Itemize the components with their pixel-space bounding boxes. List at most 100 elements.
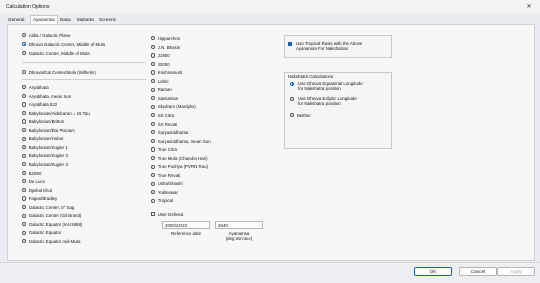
ayanamsa-radio[interactable]: [22, 93, 27, 98]
apply-button[interactable]: Apply: [497, 267, 535, 276]
user-defined-checkbox[interactable]: [151, 212, 156, 217]
ayanamsa-option-galactic-center-middle-of-mula[interactable]: Galactic Center, Middle of Mula: [22, 50, 90, 57]
ayanamsa-option-tropical[interactable]: Tropical: [151, 197, 173, 204]
ayanamsa-option-djwhal-khul[interactable]: Djwhal Khul: [22, 187, 52, 194]
nakshatra-ecliptic-radio[interactable]: [290, 96, 295, 101]
ayanamsa-radio[interactable]: [22, 42, 27, 47]
ayanamsa-radio[interactable]: [151, 61, 156, 67]
ayanamsa-option-krishnamurti[interactable]: Krishnamurti: [151, 69, 182, 76]
ayanamsa-option-suryasiddhanta-mean-sun[interactable]: Suryasiddhanta, mean Sun: [151, 138, 211, 145]
ayanamsa-option-babylonian-kugler-3[interactable]: Babylonian/Kugler 3: [22, 161, 68, 168]
ayanamsa-radio[interactable]: [22, 145, 27, 150]
nakshatra-equatorial-radio[interactable]: [290, 81, 295, 86]
ayanamsa-radio[interactable]: [22, 128, 27, 133]
ayanamsa-option-ss-citra[interactable]: SS Citra: [151, 112, 174, 119]
ayanamsa-radio[interactable]: [151, 147, 156, 152]
ayanamsa-option-lahiri[interactable]: Lahiri: [151, 78, 168, 85]
ayanamsa-option-yukteswar[interactable]: Yukteswar: [151, 189, 178, 196]
ayanamsa-radio[interactable]: [151, 87, 156, 92]
ayanamsa-option-fagan-bradley[interactable]: Fagan/Bradley: [22, 195, 57, 202]
tab-dasa[interactable]: Dasa: [60, 16, 71, 24]
ayanamsa-radio[interactable]: [22, 162, 27, 167]
ayanamsa-option-aryabhata[interactable]: Aryabhata: [22, 84, 49, 91]
ayanamsa-option-galactic-equator-mid-mula[interactable]: Galactic Equator mid-Mula: [22, 238, 80, 245]
ayanamsa-option-true-revati[interactable]: True Revati: [151, 172, 180, 179]
ayanamsa-option-usha-shashi[interactable]: Usha/Shashi: [151, 180, 183, 187]
ayanamsa-radio[interactable]: [151, 79, 156, 84]
tropical-rasis-option[interactable]: Use Tropical Rasis with the Above Ayanam…: [288, 41, 362, 53]
ayanamsa-option-dhruva-galactic-center-middle-of-mula[interactable]: Dhruva Galactic Center, Middle of Mula: [22, 41, 105, 48]
ayanamsa-option-aryabhata-mean-sun[interactable]: Aryabhata, mean Sun: [22, 93, 71, 100]
ayanamsa-option-j1900[interactable]: J1900: [151, 52, 170, 59]
ayanamsa-radio[interactable]: [22, 204, 27, 210]
ayanamsa-radio[interactable]: [151, 181, 156, 186]
tab-general[interactable]: General: [8, 16, 24, 24]
ayanamsa-radio[interactable]: [151, 96, 156, 101]
tab-ayanamsa[interactable]: Ayanamsa: [30, 15, 58, 24]
nakshatra-option-equatorial[interactable]: Use Dhruva Equatorial Longitude for Naks…: [290, 81, 363, 93]
ayanamsa-radio[interactable]: [151, 113, 156, 118]
ayanamsa-radio[interactable]: [22, 85, 27, 90]
ayanamsa-radio[interactable]: [151, 36, 156, 41]
ayanamsa-radio[interactable]: [22, 33, 27, 38]
ayanamsa-radio[interactable]: [22, 213, 27, 218]
ayanamsa-option-true-mula-chandra-hari[interactable]: True Mula (Chandra Hari): [151, 155, 208, 162]
ayanamsa-radio[interactable]: [151, 138, 156, 144]
ayanamsa-option-galactic-equator[interactable]: Galactic Equator: [22, 229, 61, 236]
ayanamsa-option-j2000[interactable]: J2000: [151, 61, 170, 68]
nakshatra-option-ecliptic[interactable]: Use Dhruva Ecliptic Longitude for Naksha…: [290, 96, 357, 108]
ayanamsa-radio[interactable]: [22, 51, 27, 56]
ok-button[interactable]: OK: [414, 267, 452, 276]
ayanamsa-option-dhruva-gal-center-mula-wilhelm[interactable]: Dhruva/Gal Center/Mula (Wilhelm): [22, 69, 96, 76]
ayanamsa-option-babylonian-eta-piscium[interactable]: Babylonian/Eta Piscium: [22, 127, 75, 134]
ayanamsa-radio[interactable]: [22, 239, 27, 244]
ayanamsa-radio[interactable]: [22, 170, 27, 175]
ayanamsa-option-galactic-center-gil-brand[interactable]: Galactic Center (Gil Brand): [22, 212, 81, 219]
ayanamsa-option-suryasiddhanta[interactable]: Suryasiddhanta: [151, 129, 188, 136]
ayanamsa-option-aldia-galactic-plane[interactable]: Aldia / Galactic Plane: [22, 32, 70, 39]
ayanamsa-option-babylonian-aldebaran-15-tau[interactable]: Babylonian/Aldebaran = 15 Tau: [22, 110, 90, 117]
ayanamsa-radio[interactable]: [151, 198, 156, 203]
ayanamsa-option-hipparchos[interactable]: Hipparchos: [151, 35, 180, 42]
ayanamsa-option-raman[interactable]: Raman: [151, 86, 172, 93]
ayanamsa-radio[interactable]: [151, 155, 156, 161]
ayanamsa-option-j-n-bhasin[interactable]: J.N. Bhasin: [151, 44, 180, 51]
ayanamsa-option-b1950[interactable]: B1950: [22, 170, 41, 177]
cancel-button[interactable]: Cancel: [459, 267, 497, 276]
reference-date-input[interactable]: 2000/22/23: [162, 221, 210, 229]
ayanamsa-radio[interactable]: [22, 102, 27, 107]
ayanamsa-value-input[interactable]: 2640: [215, 221, 263, 229]
ayanamsa-radio[interactable]: [22, 222, 27, 227]
ayanamsa-option-galactic-center-0-sag[interactable]: Galactic Center, 0° Sag: [22, 204, 74, 211]
ayanamsa-option-aryabhata-522[interactable]: Aryabhata 522: [22, 101, 57, 108]
ayanamsa-option-de-luce[interactable]: De Luce: [22, 178, 45, 185]
ayanamsa-radio[interactable]: [22, 187, 27, 193]
ayanamsa-radio[interactable]: [151, 164, 156, 169]
ayanamsa-radio[interactable]: [22, 136, 27, 141]
nakshatra-neither-radio[interactable]: [290, 113, 295, 118]
ayanamsa-option-true-citra[interactable]: True Citra: [151, 146, 177, 153]
ayanamsa-radio[interactable]: [151, 173, 156, 178]
user-defined-option[interactable]: User Defined: [151, 211, 183, 218]
ayanamsa-radio[interactable]: [22, 119, 27, 124]
ayanamsa-radio[interactable]: [151, 130, 156, 135]
ayanamsa-radio[interactable]: [151, 53, 156, 58]
ayanamsa-radio[interactable]: [22, 153, 27, 158]
ayanamsa-option-true-pushya-pvrn-rao[interactable]: True Pushya (PVRN Rao): [151, 163, 208, 170]
ayanamsa-option-babylonian-kugler-2[interactable]: Babylonian/Kugler 2: [22, 152, 68, 159]
ayanamsa-option-skydram-mardyks[interactable]: Skydram (Mardyks): [151, 103, 196, 110]
ayanamsa-radio[interactable]: [22, 70, 27, 75]
ayanamsa-radio[interactable]: [22, 179, 27, 184]
tab-maharta[interactable]: Maharta: [77, 16, 94, 24]
ayanamsa-radio[interactable]: [151, 44, 156, 49]
ayanamsa-option-ss-revati[interactable]: SS Revati: [151, 121, 177, 128]
nakshatra-option-neither[interactable]: Neither: [290, 112, 311, 119]
ayanamsa-option-babylonian-britton[interactable]: Babylonian/Britton: [22, 118, 64, 125]
ayanamsa-radio[interactable]: [22, 110, 27, 116]
ayanamsa-radio[interactable]: [22, 230, 27, 235]
ayanamsa-option-babylonian-kugler-1[interactable]: Babylonian/Kugler 1: [22, 144, 68, 151]
ayanamsa-radio[interactable]: [151, 70, 156, 75]
close-icon[interactable]: ✕: [522, 2, 536, 12]
ayanamsa-option-galactic-equator-iau1958[interactable]: Galactic Equator (IAU1958): [22, 221, 82, 228]
ayanamsa-radio[interactable]: [151, 104, 156, 109]
